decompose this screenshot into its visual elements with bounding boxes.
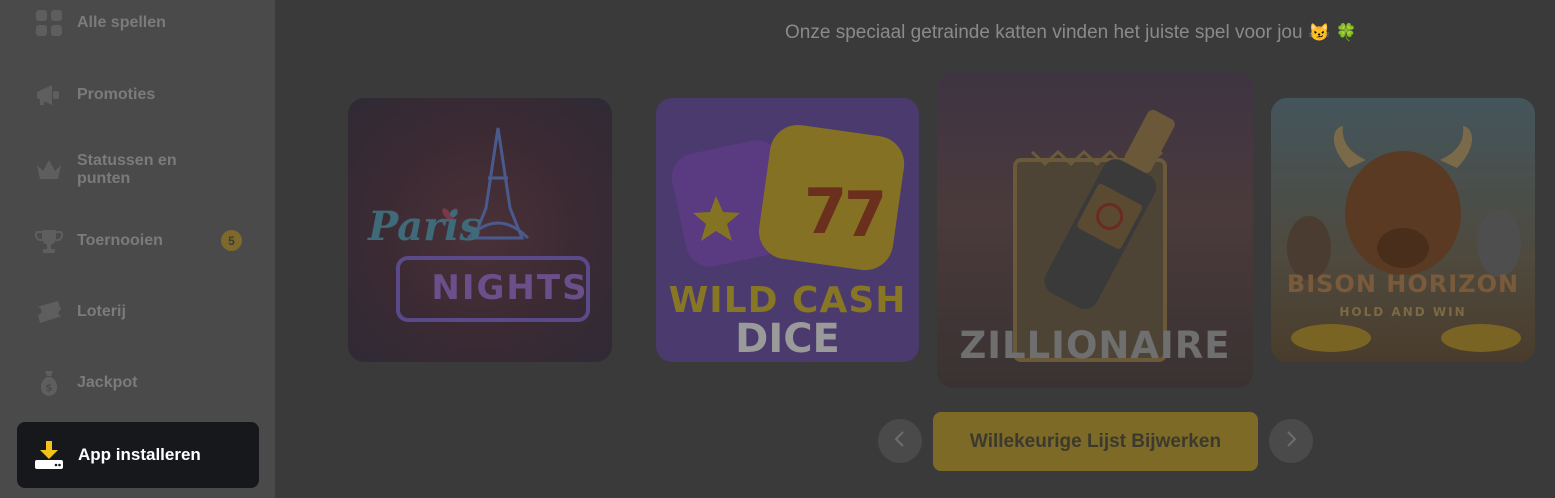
svg-text:7: 7	[844, 178, 887, 251]
sidebar-item-all-games[interactable]: Alle spellen	[34, 8, 166, 38]
game-title-line1: WILD CASH	[668, 280, 907, 321]
svg-text:7: 7	[804, 175, 847, 248]
chevron-left-icon	[893, 428, 907, 454]
sidebar-item-tournaments[interactable]: Toernooien	[34, 226, 163, 256]
sidebar-item-label: Alle spellen	[77, 14, 166, 31]
megaphone-icon	[34, 80, 64, 110]
sidebar-item-lottery[interactable]: Loterij	[34, 297, 126, 327]
chevron-right-icon	[1284, 428, 1298, 454]
trophy-icon	[34, 226, 64, 256]
install-app-label: App installeren	[78, 445, 201, 464]
game-title-line1: Paris	[368, 203, 482, 250]
grid-icon	[34, 8, 64, 38]
game-title-line2: HOLD AND WIN	[1339, 305, 1467, 319]
sidebar-item-status-points[interactable]: Statussen en punten	[34, 152, 197, 188]
game-title-line1: BISON HORIZON	[1286, 270, 1520, 298]
game-title-line2: DICE	[735, 316, 840, 362]
refresh-list-button[interactable]: Willekeurige Lijst Bijwerken	[933, 412, 1258, 471]
game-title-line1: ZILLIONAIRE	[959, 324, 1231, 367]
svg-text:$: $	[46, 383, 53, 394]
page-subtitle: Onze speciaal getrainde katten vinden he…	[785, 22, 1357, 44]
crown-icon	[34, 155, 64, 185]
tournaments-count-badge: 5	[221, 230, 242, 251]
prev-button[interactable]	[878, 419, 922, 463]
sidebar-item-label: Jackpot	[77, 374, 138, 391]
subtitle-text: Onze speciaal getrainde katten vinden he…	[785, 22, 1303, 43]
sidebar-item-label: Toernooien	[77, 232, 163, 249]
next-button[interactable]	[1269, 419, 1313, 463]
sidebar-item-jackpot[interactable]: $ Jackpot	[34, 368, 137, 398]
lottery-ticket-icon	[34, 297, 64, 327]
sidebar: Alle spellen Promoties Statussen en punt…	[0, 0, 275, 498]
game-title-line2: NIGHTS	[431, 268, 589, 308]
sidebar-item-label: Promoties	[77, 86, 156, 103]
sidebar-item-label: Statussen en punten	[77, 152, 177, 187]
sidebar-item-label: Loterij	[77, 303, 126, 320]
cat-face-icon: 😼	[1308, 23, 1330, 42]
refresh-list-label: Willekeurige Lijst Bijwerken	[969, 430, 1222, 452]
sidebar-item-promotions[interactable]: Promoties	[34, 80, 155, 110]
bison-icon	[1287, 126, 1521, 352]
game-card[interactable]: Paris NIGHTS	[348, 98, 612, 362]
game-card[interactable]: 7 7 WILD CASH DICE	[656, 98, 919, 362]
install-app-button[interactable]: App installeren	[17, 422, 259, 488]
game-card[interactable]: ZILLIONAIRE	[937, 72, 1253, 388]
game-card[interactable]: BISON HORIZON HOLD AND WIN	[1271, 98, 1535, 362]
clover-icon: 🍀	[1335, 23, 1357, 42]
money-bag-icon: $	[34, 368, 64, 398]
download-icon	[33, 439, 65, 471]
